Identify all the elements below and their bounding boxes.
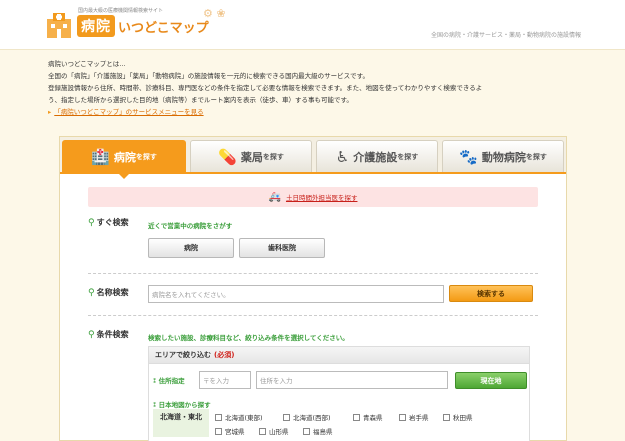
paw-icon: 🐾 xyxy=(459,148,478,166)
current-location-button[interactable]: 現在地 xyxy=(455,372,527,389)
region-name: 北海道・東北 xyxy=(153,409,209,437)
pref-checkbox[interactable]: 岩手県 xyxy=(399,412,429,422)
pref-label: 山形県 xyxy=(269,428,289,436)
name-search-title: 名称検索 xyxy=(96,288,129,297)
checkbox-icon[interactable] xyxy=(303,427,310,435)
triangle-right-icon: ▸ xyxy=(48,108,52,116)
pref-checkbox[interactable]: 宮城県 xyxy=(215,426,245,436)
japan-map-label: ⁑ 日本地図から探す xyxy=(153,399,211,409)
tab-animal-big: 動物病院 xyxy=(481,151,526,164)
intro-line-4: う、指定した場所から選択した目的地（病院等）までルート案内を表示（徒歩、車）する… xyxy=(48,96,353,104)
address-label-text: 住所指定 xyxy=(158,377,185,385)
region-hokkaido-tohoku: 北海道・東北 北海道(東部) 北海道(西部) 青森県 岩手県 秋田県 宮城県 山… xyxy=(153,409,525,437)
checkbox-icon[interactable] xyxy=(215,413,222,421)
tab-care-small: を探す xyxy=(397,153,419,161)
ambulance-icon: 🚑 xyxy=(268,191,281,203)
address-input[interactable]: 住所を入力 xyxy=(256,371,448,389)
required-badge: (必須) xyxy=(214,351,235,359)
intro-text: 病院いつどこマップとは… 全国の「病院」「介護施設」「薬局」「動物病院」の施設情… xyxy=(48,58,588,118)
pref-label: 秋田県 xyxy=(453,414,473,422)
pref-checkbox[interactable]: 福島県 xyxy=(303,426,333,436)
pref-label: 青森県 xyxy=(363,414,383,422)
quick-hospital-button[interactable]: 病院 xyxy=(148,238,234,258)
area-filter-header: エリアで絞り込む (必須) xyxy=(149,347,529,364)
pref-label: 岩手県 xyxy=(409,414,429,422)
checkbox-icon[interactable] xyxy=(399,413,406,421)
intro-line-2: 全国の「病院」「介護施設」「薬局」「動物病院」の施設情報を一元的に検索できる国内… xyxy=(48,72,369,80)
divider xyxy=(88,273,538,274)
pref-checkbox[interactable]: 北海道(西部) xyxy=(283,412,331,422)
cond-search-desc: 検索したい施設、診療科目など、絞り込み条件を選択してください。 xyxy=(148,334,349,342)
quick-search-label: ⚲ すぐ検索 xyxy=(88,217,129,228)
tab-animal-small: を探す xyxy=(525,153,547,161)
zip-input[interactable]: 〒を入力 xyxy=(199,371,251,389)
checkbox-icon[interactable] xyxy=(259,427,266,435)
category-tabs: 🏥 病院 を探す 💊 薬局 を探す ♿ 介護施設 を探す 🐾 動物病院 を探す xyxy=(60,137,566,173)
tab-pharmacy[interactable]: 💊 薬局 を探す xyxy=(190,140,312,173)
tab-care[interactable]: ♿ 介護施設 を探す xyxy=(316,140,438,173)
divider xyxy=(88,315,538,316)
quick-dental-button[interactable]: 歯科医院 xyxy=(239,238,325,258)
tab-hospital[interactable]: 🏥 病院 を探す xyxy=(62,140,186,173)
service-menu-link-label: 「病院いつどこマップ」のサービスメニューを見る xyxy=(54,108,204,116)
tab-hospital-big: 病院 xyxy=(113,150,136,164)
quick-search-desc: 近くで営業中の病院をさがす xyxy=(148,222,233,230)
pref-checkbox[interactable]: 山形県 xyxy=(259,426,289,436)
checkbox-icon[interactable] xyxy=(443,413,450,421)
cond-search-title: 条件検索 xyxy=(96,330,129,339)
header-tagline: 全国の病院・介護サービス・薬局・動物病院の施設情報 xyxy=(430,32,581,39)
search-icon: ⚲ xyxy=(88,329,95,340)
pref-checkbox[interactable]: 青森県 xyxy=(353,412,383,422)
pref-label: 宮城県 xyxy=(225,428,245,436)
area-filter-box: エリアで絞り込む (必須) ⁑ 住所指定 〒を入力 住所を入力 現在地 ⁑ 日本… xyxy=(148,346,530,441)
cond-search-label: ⚲ 条件検索 xyxy=(88,329,129,340)
area-filter-title: エリアで絞り込む xyxy=(155,351,211,359)
name-search-label: ⚲ 名称検索 xyxy=(88,287,129,298)
tab-animal[interactable]: 🐾 動物病院 を探す xyxy=(442,140,564,173)
site-header: 国内最大級の医療機関情報検索サイト 病院 いつどこマップ ⚙ ❀ 全国の病院・介… xyxy=(0,0,625,50)
hospital-logo-icon[interactable] xyxy=(44,10,74,40)
logo-decoration-icon: ⚙ ❀ xyxy=(203,7,226,20)
pref-label: 福島県 xyxy=(313,428,333,436)
logo-subtitle: 国内最大級の医療機関情報検索サイト xyxy=(78,8,164,14)
tab-pharmacy-big: 薬局 xyxy=(240,151,263,164)
checkbox-icon[interactable] xyxy=(215,427,222,435)
tab-care-big: 介護施設 xyxy=(353,151,398,164)
pref-label: 北海道(東部) xyxy=(225,414,263,422)
logo-byoin: 病院 xyxy=(77,15,115,37)
intro-line-3: 登録施設情報から住所、時間帯、診療科目、専門医などの条件を指定して必要な情報を検… xyxy=(48,84,483,92)
tab-active-arrow xyxy=(118,173,130,179)
name-search-input[interactable]: 病院名を入れてください。 xyxy=(148,285,444,303)
hospital-icon: 🏥 xyxy=(91,147,110,166)
search-icon: ⚲ xyxy=(88,287,95,298)
logo-rest: いつどこマップ xyxy=(118,20,209,36)
address-label: ⁑ 住所指定 xyxy=(153,375,185,385)
tab-underline xyxy=(60,172,566,174)
pref-checkbox[interactable]: 北海道(東部) xyxy=(215,412,263,422)
service-menu-link[interactable]: ▸ 「病院いつどこマップ」のサービスメニューを見る xyxy=(48,106,588,118)
pill-icon: 💊 xyxy=(218,148,237,166)
name-search-button[interactable]: 検索する xyxy=(449,285,533,302)
checkbox-icon[interactable] xyxy=(353,413,360,421)
checkbox-icon[interactable] xyxy=(283,413,290,421)
weekend-doctor-link[interactable]: 土日時間外担当医を探す xyxy=(286,192,358,202)
tab-hospital-small: を探す xyxy=(135,152,157,161)
quick-search-title: すぐ検索 xyxy=(96,218,129,227)
intro-line-1: 病院いつどこマップとは… xyxy=(48,60,126,68)
search-panel: 🏥 病院 を探す 💊 薬局 を探す ♿ 介護施設 を探す 🐾 動物病院 を探す … xyxy=(59,136,567,441)
tab-pharmacy-small: を探す xyxy=(262,153,284,161)
pref-checkbox[interactable]: 秋田県 xyxy=(443,412,473,422)
logo-title[interactable]: 病院 いつどこマップ xyxy=(77,15,209,37)
weekend-doctor-banner[interactable]: 🚑 土日時間外担当医を探す xyxy=(88,187,538,207)
japan-map-label-text: 日本地図から探す xyxy=(158,401,211,409)
wheelchair-icon: ♿ xyxy=(335,148,350,166)
search-icon: ⚲ xyxy=(88,217,95,228)
pref-label: 北海道(西部) xyxy=(293,414,331,422)
